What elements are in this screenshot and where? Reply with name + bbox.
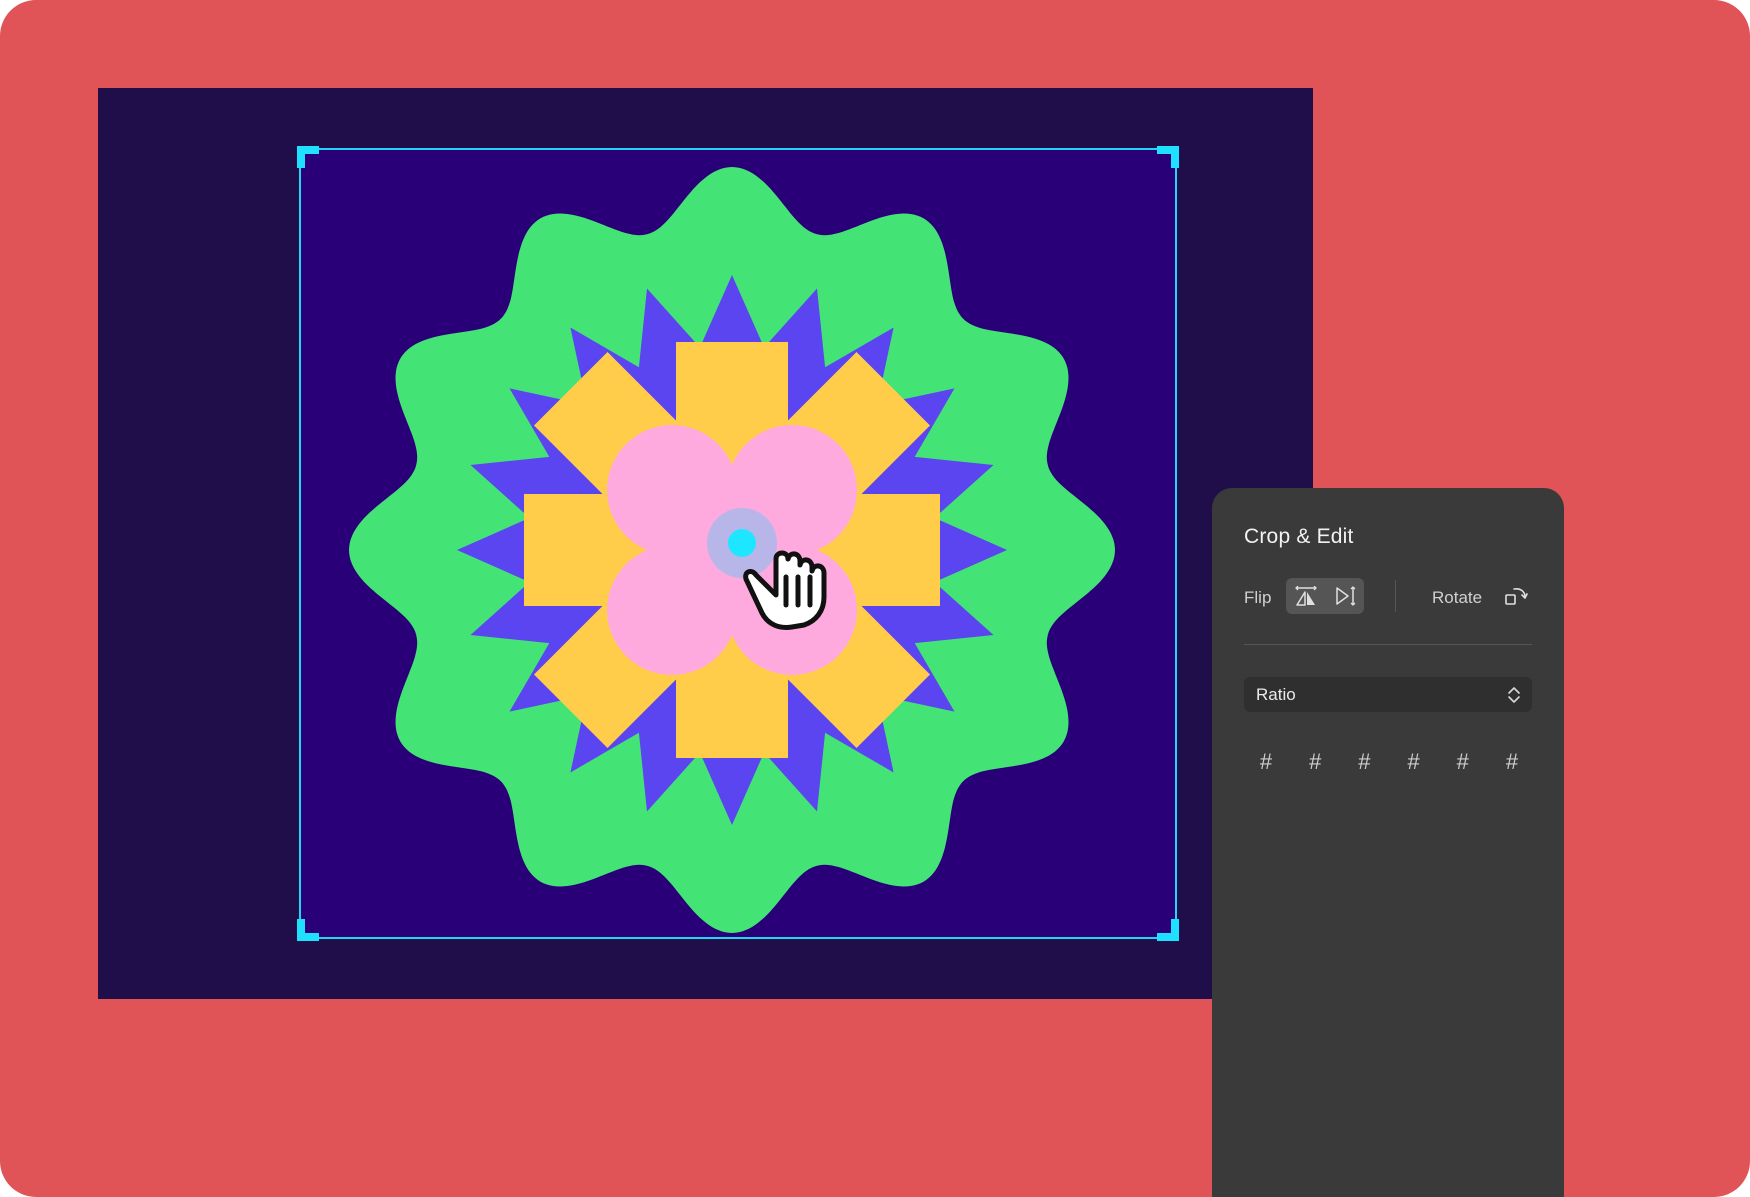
flip-vertical-button[interactable] bbox=[1325, 578, 1364, 614]
crop-handle-top-right[interactable] bbox=[1157, 146, 1179, 168]
app-background: Crop & Edit Flip Rotate Ratio # # # # # … bbox=[0, 0, 1750, 1197]
ratio-select[interactable]: Ratio bbox=[1244, 677, 1532, 712]
rotate-label: Rotate bbox=[1432, 588, 1483, 607]
ratio-option[interactable]: # bbox=[1441, 742, 1485, 782]
editor-canvas[interactable] bbox=[98, 88, 1313, 999]
rotate-icon bbox=[1505, 588, 1528, 605]
flip-horizontal-button[interactable] bbox=[1286, 578, 1325, 614]
ratio-options: # # # # # # bbox=[1244, 742, 1534, 782]
panel-title: Crop & Edit bbox=[1244, 525, 1354, 548]
chevron-up-down-icon bbox=[1508, 687, 1520, 703]
rotate-button[interactable] bbox=[1501, 581, 1531, 611]
ratio-option[interactable]: # bbox=[1244, 742, 1288, 782]
crop-edit-panel: Crop & Edit Flip Rotate Ratio # # # # # … bbox=[1212, 488, 1564, 1197]
crop-handle-bottom-left[interactable] bbox=[297, 919, 319, 941]
crop-handle-bottom-right[interactable] bbox=[1157, 919, 1179, 941]
flip-vertical-icon bbox=[1335, 586, 1355, 606]
grab-hand-icon bbox=[743, 550, 827, 630]
panel-divider bbox=[1244, 644, 1532, 645]
ratio-option[interactable]: # bbox=[1342, 742, 1386, 782]
ratio-option[interactable]: # bbox=[1392, 742, 1436, 782]
flip-label: Flip bbox=[1244, 588, 1272, 607]
toolbar-divider bbox=[1395, 580, 1396, 612]
ratio-option[interactable]: # bbox=[1293, 742, 1337, 782]
ratio-option[interactable]: # bbox=[1490, 742, 1534, 782]
flip-button-group bbox=[1286, 578, 1364, 614]
artwork-image[interactable] bbox=[98, 88, 1313, 999]
ratio-select-label: Ratio bbox=[1256, 685, 1296, 704]
flip-horizontal-icon bbox=[1294, 586, 1317, 606]
crop-handle-top-left[interactable] bbox=[297, 146, 319, 168]
